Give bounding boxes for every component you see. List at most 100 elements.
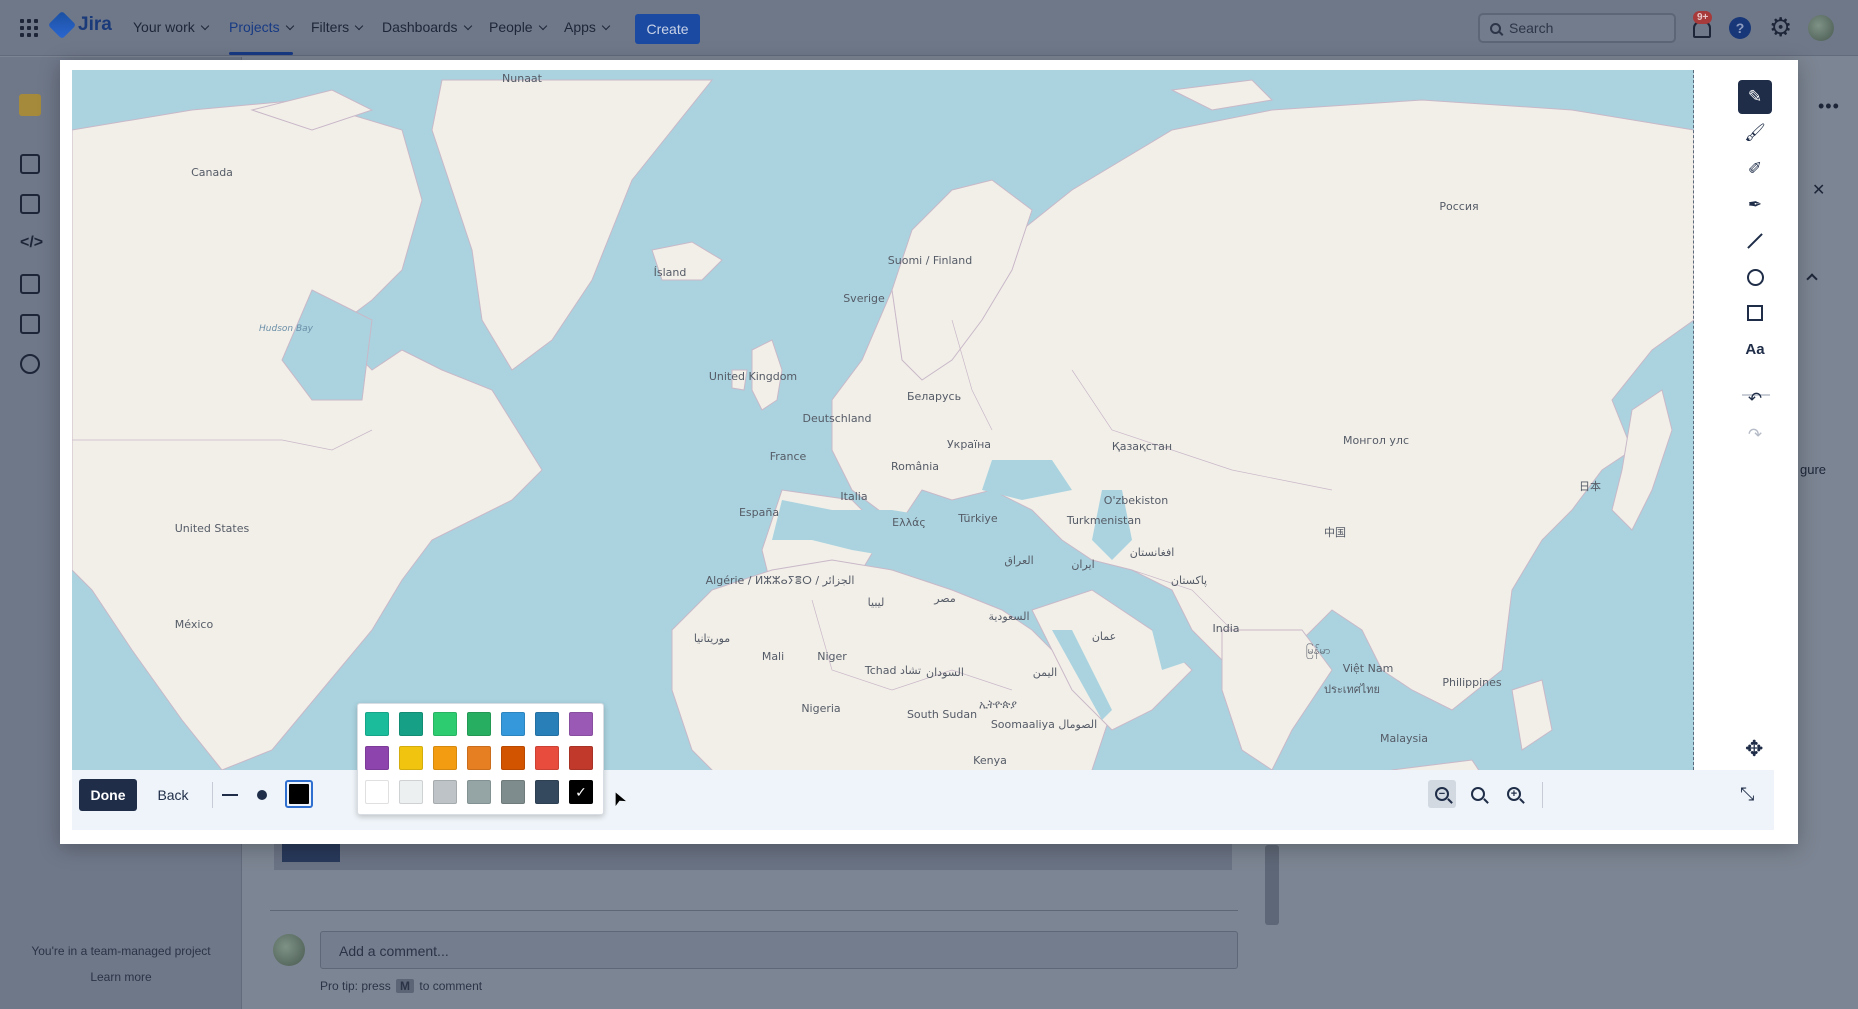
color-swatch[interactable] — [501, 780, 525, 804]
color-swatch[interactable] — [365, 780, 389, 804]
color-swatch[interactable]: ✓ — [569, 780, 593, 804]
color-swatch[interactable] — [569, 746, 593, 770]
stroke-medium-icon[interactable] — [257, 790, 267, 800]
gear-icon[interactable] — [1769, 12, 1792, 43]
nav-label: Your work — [133, 19, 195, 35]
nav-people[interactable]: People — [489, 19, 547, 35]
toolbar-separator — [212, 782, 213, 808]
undo-icon[interactable]: ↶ — [1738, 382, 1772, 416]
nav-your-work[interactable]: Your work — [133, 19, 209, 35]
project-settings-icon[interactable] — [20, 354, 40, 374]
color-swatch[interactable] — [467, 746, 491, 770]
move-icon[interactable]: ✥ — [1745, 736, 1763, 762]
learn-more-link[interactable]: Learn more — [0, 970, 242, 984]
board-icon[interactable] — [20, 194, 40, 214]
stroke-thin-icon[interactable] — [222, 794, 238, 796]
color-swatch[interactable] — [501, 746, 525, 770]
zoom-out-icon: − — [1435, 787, 1449, 801]
editor-toolbar: Done Back − + ⤡ — [72, 770, 1774, 830]
map-label: Sverige — [843, 292, 885, 305]
nav-dashboards[interactable]: Dashboards — [382, 19, 472, 35]
timeline-icon[interactable] — [20, 154, 40, 174]
circle-icon[interactable] — [1738, 260, 1772, 294]
code-icon[interactable]: </> — [20, 234, 43, 254]
color-swatch[interactable] — [399, 746, 423, 770]
user-avatar[interactable] — [1808, 15, 1834, 41]
jira-logo[interactable]: Jira — [47, 10, 112, 40]
pencil-icon[interactable]: ✎ — [1738, 80, 1772, 114]
help-icon[interactable]: ? — [1729, 17, 1751, 39]
jira-logo-text: Jira — [78, 14, 112, 35]
search-input[interactable]: Search — [1478, 13, 1676, 43]
color-palette: ✓ — [357, 703, 604, 815]
map-label: ليبيا — [867, 596, 885, 609]
chevron-down-icon — [354, 21, 364, 30]
color-swatch[interactable] — [535, 780, 559, 804]
pro-tip-key: M — [396, 979, 415, 993]
color-picker-button[interactable] — [285, 780, 313, 808]
zoom-out-button[interactable]: − — [1428, 780, 1456, 808]
map-label: Ísland — [653, 266, 687, 279]
color-swatch[interactable] — [365, 746, 389, 770]
map-label: Kenya — [973, 754, 1007, 767]
zoom-in-button[interactable]: + — [1500, 780, 1528, 808]
color-swatch[interactable] — [399, 780, 423, 804]
line-icon[interactable] — [1738, 224, 1772, 258]
pencil-outline-icon[interactable]: ✐ — [1738, 152, 1772, 186]
nav-projects[interactable]: Projects — [229, 19, 294, 35]
chevron-up-icon[interactable] — [1806, 273, 1818, 285]
color-swatch[interactable] — [535, 712, 559, 736]
map-label: Deutschland — [802, 412, 872, 425]
create-button[interactable]: Create — [635, 14, 700, 44]
map-label: France — [769, 450, 807, 463]
zoom-reset-button[interactable] — [1464, 780, 1492, 808]
color-swatch[interactable] — [569, 712, 593, 736]
map-label: O'zbekiston — [1103, 494, 1169, 507]
redo-icon[interactable]: ↷ — [1738, 418, 1772, 452]
collapse-icon[interactable]: ⤡ — [1740, 784, 1754, 805]
canvas-edge-guide — [1693, 70, 1694, 770]
color-swatch[interactable] — [467, 712, 491, 736]
map-label: Україна — [946, 438, 992, 451]
color-swatch[interactable] — [399, 712, 423, 736]
map-label: South Sudan — [906, 708, 978, 721]
brush-icon[interactable]: 🖌︎ — [1738, 116, 1772, 150]
color-swatch[interactable] — [433, 712, 457, 736]
text-icon[interactable]: Aa — [1738, 332, 1772, 366]
color-swatch[interactable] — [501, 712, 525, 736]
scrollbar[interactable] — [1265, 845, 1279, 925]
map-label: ኢትዮጵያ — [979, 698, 1017, 711]
map-label: ประเทศไทย — [1323, 683, 1381, 696]
color-swatch[interactable] — [535, 746, 559, 770]
done-button[interactable]: Done — [79, 779, 137, 811]
color-swatch[interactable] — [433, 746, 457, 770]
nav-label: Dashboards — [382, 19, 458, 35]
image-editor-modal: Nunaat Canada Hudson Bay United States M… — [60, 60, 1798, 844]
color-swatch[interactable] — [433, 780, 457, 804]
search-icon — [1490, 22, 1501, 34]
color-swatch[interactable] — [365, 712, 389, 736]
marker-icon[interactable]: ✒ — [1738, 188, 1772, 222]
more-icon[interactable]: ••• — [1818, 96, 1840, 117]
active-nav-indicator — [229, 52, 293, 55]
comment-input[interactable]: Add a comment... — [320, 931, 1238, 969]
project-avatar[interactable] — [19, 94, 41, 116]
map-label: Algérie / ⵍⵣⵣⴰⵢⴻⵔ / الجزائر — [705, 574, 855, 587]
selected-color-swatch — [289, 784, 309, 804]
map-label: Россия — [1439, 200, 1479, 213]
add-shortcut-icon[interactable] — [20, 314, 40, 334]
back-button[interactable]: Back — [144, 779, 202, 811]
zoom-reset-icon — [1471, 787, 1485, 801]
pages-icon[interactable] — [20, 274, 40, 294]
rectangle-icon[interactable] — [1738, 296, 1772, 330]
map-canvas[interactable]: Nunaat Canada Hudson Bay United States M… — [72, 70, 1694, 830]
nav-label: Projects — [229, 19, 280, 35]
color-swatch[interactable] — [467, 780, 491, 804]
close-icon[interactable]: ✕ — [1812, 180, 1825, 200]
nav-apps[interactable]: Apps — [564, 19, 611, 35]
nav-filters[interactable]: Filters — [311, 19, 364, 35]
app-switcher-icon[interactable] — [20, 19, 38, 37]
map-label: Türkiye — [958, 512, 998, 525]
map-label: United States — [174, 522, 250, 535]
map-label: Монгол улс — [1342, 434, 1410, 447]
